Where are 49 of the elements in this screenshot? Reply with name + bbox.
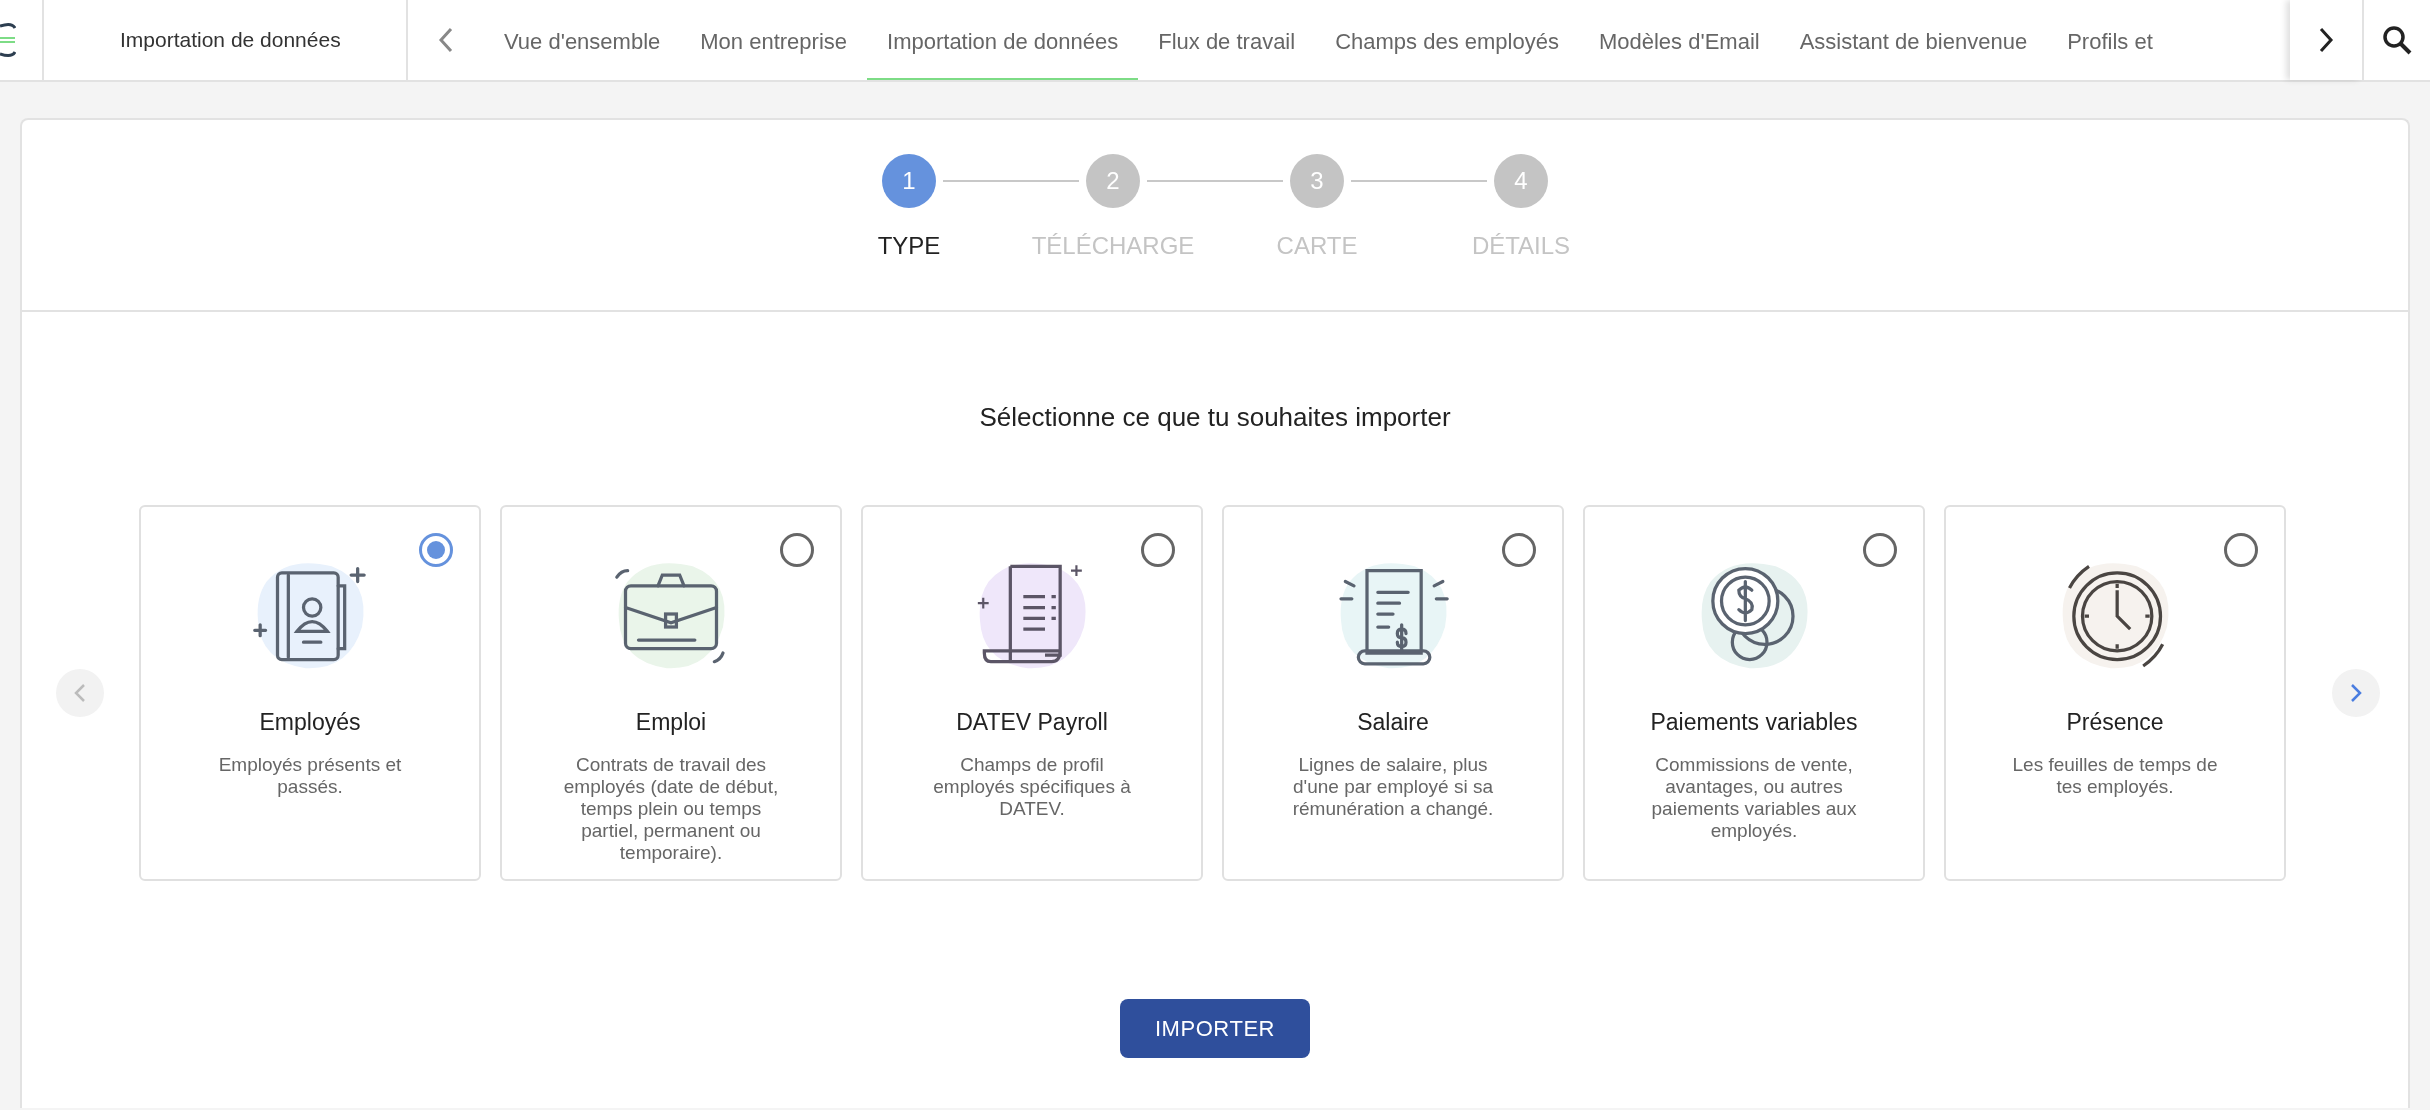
radio-button[interactable]	[2224, 533, 2258, 567]
import-type-card[interactable]: Paiements variables Commissions de vente, avantages, ou autres paiements variables aux employés.	[1583, 505, 1925, 881]
step-number: 4	[1494, 154, 1548, 208]
chevron-right-icon	[2350, 683, 2362, 703]
nav-tab[interactable]: Assistant de bienvenue	[1779, 0, 2048, 80]
import-type-card[interactable]: DATEV Payroll Champs de profil employés spécifiques à DATEV.	[861, 505, 1203, 881]
card-title: Employés	[259, 708, 361, 737]
chevron-left-icon	[438, 26, 454, 54]
radio-button[interactable]	[780, 533, 814, 567]
radio-button[interactable]	[1141, 533, 1175, 567]
nav-tab[interactable]: Flux de travail	[1138, 0, 1316, 80]
card-description: Contrats de travail des employés (date de début, temps plein ou temps partiel, permanent ou temporaire).	[562, 753, 780, 864]
step-label: TYPE	[877, 231, 941, 261]
page-title: Importation de données	[120, 27, 341, 54]
chevron-left-icon	[74, 683, 86, 703]
card-description: Employés présents et passés.	[217, 753, 403, 798]
step-label: CARTE	[1276, 231, 1358, 261]
import-button[interactable]: IMPORTER	[1120, 999, 1310, 1058]
step-number: 3	[1290, 154, 1344, 208]
import-type-card[interactable]: Présence Les feuilles de temps de tes employés.	[1944, 505, 2286, 881]
nav-tab[interactable]: Importation de données	[867, 0, 1139, 80]
card-title: Présence	[2066, 708, 2164, 737]
card-title: Paiements variables	[1650, 708, 1858, 737]
step-number: 1	[882, 154, 936, 208]
radio-button[interactable]	[1502, 533, 1536, 567]
card-description: Les feuilles de temps de tes employés.	[2011, 753, 2219, 798]
nav-tab[interactable]: Modèles d'Email	[1578, 0, 1780, 80]
import-type-card[interactable]: Salaire Lignes de salaire, plus d'une par employé si sa rémunération a changé.	[1222, 505, 1564, 881]
nav-tab[interactable]: Profils et	[2047, 0, 2173, 80]
import-type-card[interactable]: Employés Employés présents et passés.	[139, 505, 481, 881]
step-number: 2	[1086, 154, 1140, 208]
radio-button[interactable]	[419, 533, 453, 567]
card-title: Emploi	[635, 708, 707, 737]
card-description: Lignes de salaire, plus d'une par employé si sa rémunération a changé.	[1291, 753, 1495, 820]
chevron-right-icon	[2318, 26, 2334, 54]
card-title: Salaire	[1357, 708, 1429, 737]
step-label: TÉLÉCHARGE	[1031, 231, 1195, 261]
logo-icon	[0, 22, 16, 58]
card-description: Commissions de vente, avantages, ou autres paiements variables aux employés.	[1650, 753, 1858, 842]
search-icon	[2382, 25, 2412, 55]
import-type-card[interactable]: Emploi Contrats de travail des employés (date de début, temps plein ou temps partiel, permanent ou temporaire).	[500, 505, 842, 881]
card-title: DATEV Payroll	[956, 708, 1108, 737]
nav-tab[interactable]: Champs des employés	[1315, 0, 1579, 80]
section-heading: Sélectionne ce que tu souhaites importer	[978, 401, 1452, 434]
step-label: DÉTAILS	[1471, 231, 1571, 261]
radio-button[interactable]	[1863, 533, 1897, 567]
nav-tab[interactable]: Mon entreprise	[680, 0, 868, 80]
nav-tab[interactable]: Vue d'ensemble	[484, 0, 681, 80]
card-description: Champs de profil employés spécifiques à DATEV.	[932, 753, 1132, 820]
